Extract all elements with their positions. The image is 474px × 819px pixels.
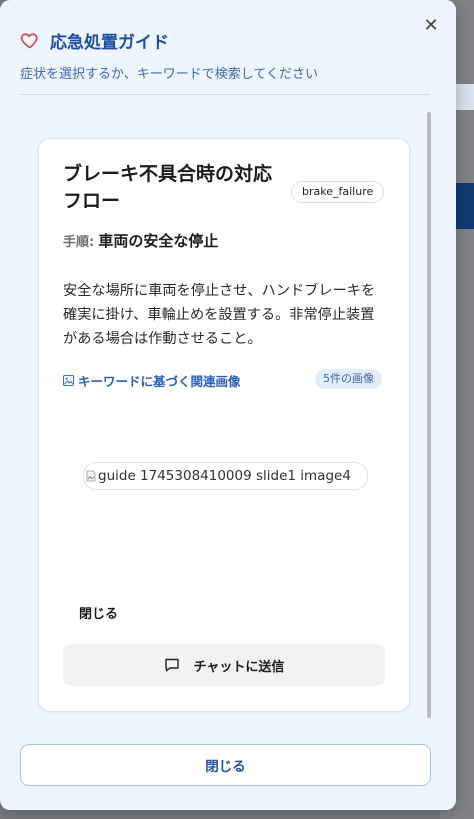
send-to-chat-button[interactable]: チャットに送信 (63, 644, 385, 686)
first-aid-guide-modal: ✕ 応急処置ガイド 症状を選択するか、キーワードで検索してください ブレーキ不具… (0, 0, 456, 810)
step-value: 車両の安全な停止 (98, 232, 219, 250)
step-row: 手順: 車両の安全な停止 (63, 230, 218, 251)
guide-title: ブレーキ不具合時の対応フロー (63, 163, 273, 212)
step-description: 安全な場所に車両を停止させ、ハンドブレーキを確実に掛け、車輪止めを設置する。非常… (63, 283, 376, 347)
header-divider (20, 94, 430, 95)
card-close-button[interactable]: 閉じる (79, 603, 118, 622)
related-image[interactable]: guide 1745308410009 slide1 image4 (83, 462, 368, 490)
scrollbar[interactable] (427, 112, 431, 718)
image-count-badge: 5件の画像 (315, 369, 382, 389)
image-icon (63, 375, 74, 386)
footer-close-button[interactable]: 閉じる (20, 744, 431, 786)
related-images-link[interactable]: キーワードに基づく関連画像 (63, 371, 241, 390)
heart-icon (20, 33, 38, 49)
guide-step-card: ブレーキ不具合時の対応フロー brake_failure 手順: 車両の安全な停… (38, 138, 410, 712)
image-alt-text: guide 1745308410009 slide1 image4 (98, 468, 351, 484)
step-label: 手順: (63, 235, 95, 250)
related-images-label: キーワードに基づく関連画像 (78, 374, 241, 389)
modal-title: 応急処置ガイド (50, 33, 169, 53)
send-to-chat-label: チャットに送信 (193, 659, 285, 675)
modal-subtitle: 症状を選択するか、キーワードで検索してください (20, 67, 318, 82)
keyword-tag: brake_failure (291, 181, 385, 203)
broken-image-icon (86, 470, 96, 482)
close-icon[interactable]: ✕ (419, 13, 443, 37)
chat-bubble-icon (164, 658, 179, 672)
